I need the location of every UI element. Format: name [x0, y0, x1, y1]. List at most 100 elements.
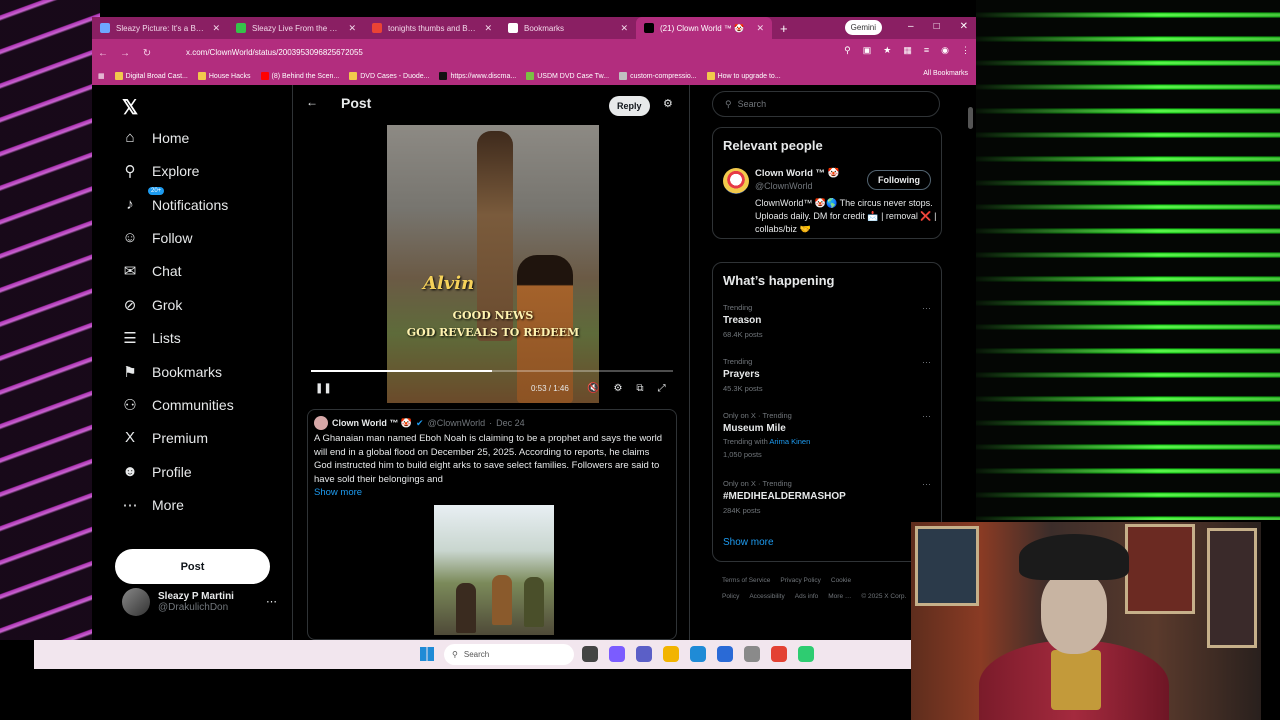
- show-more-link[interactable]: Show more: [314, 487, 362, 498]
- footer-link[interactable]: Ads info: [795, 593, 819, 600]
- settings-gear-icon[interactable]: ⚙: [613, 383, 622, 394]
- trend-with-link[interactable]: Arima Kinen: [769, 437, 810, 446]
- bookmark-item[interactable]: How to upgrade to...: [706, 72, 781, 80]
- taskbar-edge-icon[interactable]: [690, 646, 706, 662]
- following-button[interactable]: Following: [867, 170, 931, 190]
- trend-item[interactable]: Trending Prayers 45.3K posts ⋯: [723, 357, 933, 393]
- nav-item-label: Explore: [152, 163, 200, 179]
- apps-grid-icon[interactable]: ▦: [98, 72, 105, 80]
- taskbar-settings-icon[interactable]: [744, 646, 760, 662]
- close-tab-icon[interactable]: ✕: [348, 23, 356, 34]
- profile-avatar-icon[interactable]: ◉: [941, 45, 949, 56]
- nav-item-profile[interactable]: ☻ Profile: [122, 463, 192, 480]
- browser-tab[interactable]: Bookmarks ✕: [500, 17, 636, 39]
- trend-more-icon[interactable]: ⋯: [922, 357, 931, 368]
- volume-icon[interactable]: 🔇: [587, 383, 599, 394]
- trend-more-icon[interactable]: ⋯: [922, 479, 931, 490]
- trend-item[interactable]: Only on X · Trending Museum Mile Trending …: [723, 411, 933, 459]
- video-player[interactable]: Alvin GOOD NEWS GOD REVEALS TO REDEEM ❚❚…: [307, 125, 677, 403]
- close-tab-icon[interactable]: ✕: [212, 23, 220, 34]
- bookmark-item[interactable]: custom-compressio...: [619, 72, 697, 80]
- avatar[interactable]: [723, 168, 749, 194]
- reload-icon[interactable]: ↻: [136, 48, 158, 59]
- tab-search-icon[interactable]: ≡: [924, 45, 929, 56]
- forward-arrow-icon[interactable]: →: [114, 48, 136, 59]
- bookmark-item[interactable]: USDM DVD Case Tw...: [526, 72, 609, 80]
- quoted-video-thumbnail[interactable]: [434, 505, 554, 635]
- relevant-person-name[interactable]: Clown World ™ 🤡: [755, 168, 839, 179]
- picture-in-picture-icon[interactable]: ⧉: [636, 383, 643, 394]
- quoted-author-name[interactable]: Clown World ™ 🤡: [332, 418, 412, 429]
- close-tab-icon[interactable]: ✕: [484, 23, 492, 34]
- filter-settings-icon[interactable]: ⚙: [663, 97, 673, 110]
- pause-icon[interactable]: ❚❚: [315, 383, 332, 394]
- account-more-icon[interactable]: ⋯: [266, 595, 277, 608]
- nav-item-communities[interactable]: ⚇ Communities: [122, 396, 233, 414]
- bookmark-item[interactable]: Digital Broad Cast...: [114, 72, 188, 80]
- url-field[interactable]: x.com/ClownWorld/status/2003953096825672…: [172, 44, 812, 62]
- show-more-link[interactable]: Show more: [723, 537, 774, 548]
- account-switcher[interactable]: Sleazy P Martini @DrakulichDon: [122, 588, 234, 616]
- taskbar-copilot-icon[interactable]: [609, 646, 625, 662]
- nav-item-premium[interactable]: X Premium: [122, 429, 208, 446]
- footer-link[interactable]: © 2025 X Corp.: [861, 593, 906, 600]
- taskbar-store-icon[interactable]: [717, 646, 733, 662]
- trend-more-icon[interactable]: ⋯: [922, 411, 931, 422]
- taskbar-teams-icon[interactable]: [636, 646, 652, 662]
- nav-item-chat[interactable]: ✉ Chat: [122, 262, 182, 280]
- browser-tab[interactable]: (21) Clown World ™ 🤡 ✕: [636, 17, 772, 39]
- address-bar: ← → ↻ x.com/ClownWorld/status/2003953096…: [92, 39, 976, 67]
- extensions-icon[interactable]: ▦: [903, 45, 912, 56]
- fullscreen-icon[interactable]: ⤢: [658, 383, 666, 394]
- all-bookmarks-link[interactable]: All Bookmarks: [923, 70, 968, 77]
- quoted-post[interactable]: Clown World ™ 🤡 ✔ @ClownWorld · Dec 24 A…: [307, 409, 677, 640]
- trend-item[interactable]: Only on X · Trending #MEDIHEALDERMASHOP 28…: [723, 479, 933, 515]
- nav-item-label: Home: [152, 129, 190, 146]
- maximize-button[interactable]: □: [934, 21, 940, 32]
- star-icon[interactable]: ★: [883, 45, 891, 56]
- taskbar-obs-icon[interactable]: [798, 646, 814, 662]
- bookmark-item[interactable]: (8) Behind the Scen...: [260, 72, 339, 80]
- browser-tab[interactable]: Sleazy Live From the Bunker ✕: [228, 17, 364, 39]
- footer-link[interactable]: More …: [828, 593, 851, 600]
- nav-item-grok[interactable]: ⊘ Grok: [122, 296, 183, 314]
- trend-more-icon[interactable]: ⋯: [922, 303, 931, 314]
- footer-link[interactable]: Privacy Policy: [780, 577, 820, 584]
- nav-item-more[interactable]: ⋯ More: [122, 496, 184, 514]
- nav-item-explore[interactable]: ⚲ Explore: [122, 162, 200, 180]
- back-arrow-icon[interactable]: ←: [306, 95, 318, 109]
- nav-item-home[interactable]: ⌂ Home: [122, 129, 189, 146]
- minimize-button[interactable]: –: [908, 21, 914, 32]
- taskbar-chrome-icon[interactable]: [771, 646, 787, 662]
- close-tab-icon[interactable]: ✕: [620, 23, 628, 34]
- new-tab-button[interactable]: +: [772, 21, 796, 36]
- video-progress-bar[interactable]: [311, 370, 673, 372]
- windows-start-icon[interactable]: [420, 647, 434, 661]
- cast-icon[interactable]: ▣: [863, 45, 872, 56]
- nav-item-lists[interactable]: ☰ Lists: [122, 329, 181, 347]
- close-window-button[interactable]: ✕: [960, 21, 968, 32]
- nav-item-bookmarks[interactable]: ⚑ Bookmarks: [122, 363, 222, 381]
- reply-button[interactable]: Reply: [609, 96, 650, 116]
- post-button[interactable]: Post: [115, 549, 270, 584]
- back-arrow-icon[interactable]: ←: [92, 48, 114, 59]
- menu-icon[interactable]: ⋮: [961, 45, 970, 56]
- taskbar-explorer-icon[interactable]: [663, 646, 679, 662]
- close-tab-icon[interactable]: ✕: [756, 23, 764, 34]
- nav-item-follow[interactable]: ☺ Follow: [122, 229, 192, 246]
- taskbar-taskview-icon[interactable]: [582, 646, 598, 662]
- browser-tab[interactable]: Sleazy Picture: It's a Busy Day ✕: [92, 17, 228, 39]
- bookmark-item[interactable]: https://www.discma...: [439, 72, 516, 80]
- search-input[interactable]: ⚲ Search: [712, 91, 940, 117]
- bookmark-item[interactable]: DVD Cases - Duode...: [349, 72, 429, 80]
- x-logo-icon[interactable]: 𝕏: [122, 95, 138, 120]
- nav-item-notifications[interactable]: ♪ Notifications 20+: [122, 187, 228, 213]
- browser-tab[interactable]: tonights thumbs and Belt Pr ✕: [364, 17, 500, 39]
- footer-link[interactable]: Terms of Service: [722, 577, 770, 584]
- zoom-icon[interactable]: ⚲: [844, 45, 851, 56]
- footer-link[interactable]: Accessibility: [749, 593, 784, 600]
- gemini-button[interactable]: Gemini: [844, 20, 882, 35]
- bookmark-item[interactable]: House Hacks: [197, 72, 251, 80]
- taskbar-search[interactable]: ⚲ Search: [444, 644, 574, 665]
- trend-item[interactable]: Trending Treason 68.4K posts ⋯: [723, 303, 933, 339]
